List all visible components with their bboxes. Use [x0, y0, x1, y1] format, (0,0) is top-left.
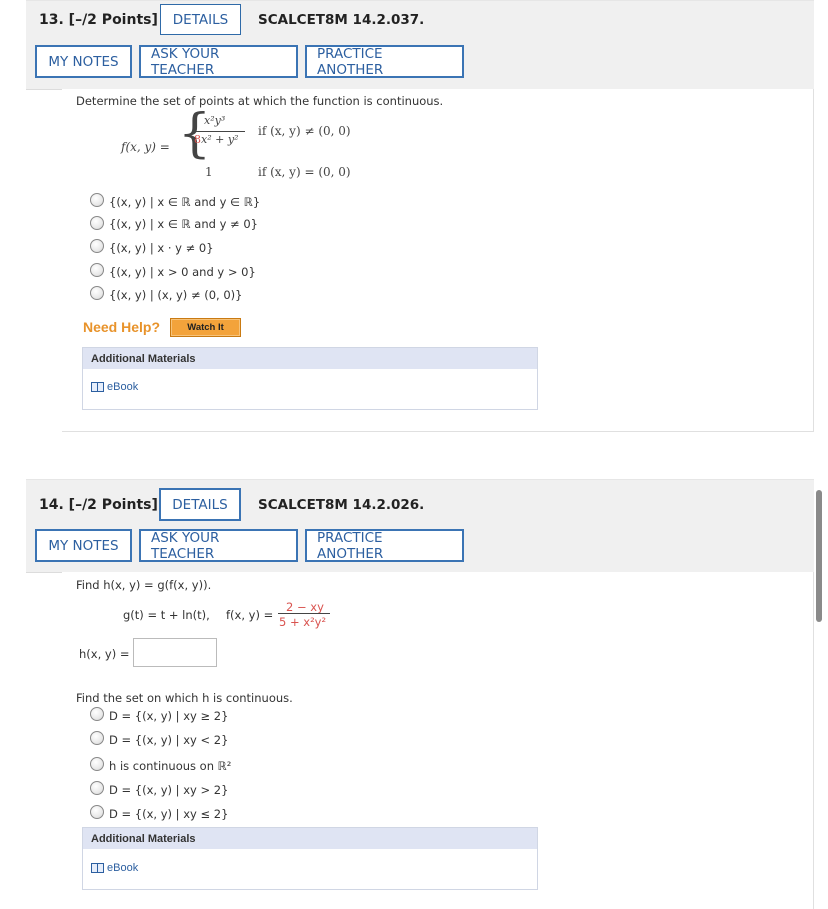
option-radio[interactable] [90, 781, 104, 795]
need-help-label: Need Help? [83, 319, 161, 335]
ebook-label: eBook [107, 381, 139, 393]
my-notes-button[interactable]: MY NOTES [35, 45, 132, 78]
my-notes-button[interactable]: MY NOTES [35, 529, 132, 562]
option-label: h is continuous on ℝ² [109, 759, 232, 773]
option-label: {(x, y) | (x, y) ≠ (0, 0)} [109, 288, 243, 302]
question-13-prompt: Determine the set of points at which the… [76, 94, 444, 108]
option-label: {(x, y) | x ∈ ℝ and y ≠ 0} [109, 217, 258, 231]
additional-materials-header: Additional Materials [83, 348, 537, 369]
ask-your-teacher-button[interactable]: ASK YOUR TEACHER [139, 529, 298, 562]
practice-another-button[interactable]: PRACTICE ANOTHER [305, 529, 464, 562]
ebook-link[interactable]: eBook [91, 381, 138, 393]
question-14-prompt-2: Find the set on which h is continuous. [76, 691, 293, 705]
option-label: {(x, y) | x ∈ ℝ and y ∈ ℝ} [109, 195, 261, 209]
watch-it-button[interactable]: Watch It [170, 318, 241, 337]
option-label: D = {(x, y) | xy ≤ 2} [109, 807, 229, 821]
question-14-code: SCALCET8M 14.2.026. [258, 497, 425, 513]
question-14-number: 14. [–/2 Points] [39, 497, 158, 513]
f-denominator: 5 + x²y² [279, 615, 327, 629]
option-radio[interactable] [90, 216, 104, 230]
denominator-rest: x² + y² [201, 133, 239, 146]
option-label: D = {(x, y) | xy < 2} [109, 733, 229, 747]
option-radio[interactable] [90, 239, 104, 253]
f-lhs: f(x, y) = [226, 608, 274, 622]
case1-condition: if (x, y) ≠ (0, 0) [258, 124, 351, 138]
f-numerator: 2 − xy [286, 600, 324, 614]
fraction-bar [193, 131, 245, 132]
option-radio[interactable] [90, 263, 104, 277]
option-radio[interactable] [90, 286, 104, 300]
additional-materials-panel: Additional Materials eBook [82, 827, 538, 890]
h-label: h(x, y) = [79, 647, 130, 661]
question-13-number: 13. [–/2 Points] [39, 12, 158, 28]
fraction-numerator: x²y³ [204, 114, 226, 127]
option-radio[interactable] [90, 731, 104, 745]
scrollbar-thumb[interactable] [816, 490, 822, 622]
fraction-denominator: 8x² + y² [194, 133, 238, 146]
practice-another-button[interactable]: PRACTICE ANOTHER [305, 45, 464, 78]
case2-condition: if (x, y) = (0, 0) [258, 165, 351, 179]
ask-your-teacher-button[interactable]: ASK YOUR TEACHER [139, 45, 298, 78]
h-answer-input[interactable] [133, 638, 217, 667]
option-radio[interactable] [90, 757, 104, 771]
option-label: {(x, y) | x > 0 and y > 0} [109, 265, 256, 279]
option-label: D = {(x, y) | xy > 2} [109, 783, 229, 797]
ebook-link[interactable]: eBook [91, 862, 138, 874]
ebook-label: eBook [107, 862, 139, 874]
question-13-code: SCALCET8M 14.2.037. [258, 12, 425, 28]
option-radio[interactable] [90, 805, 104, 819]
additional-materials-header: Additional Materials [83, 828, 537, 849]
option-radio[interactable] [90, 707, 104, 721]
function-lhs: f(x, y) = [121, 140, 170, 154]
g-definition: g(t) = t + ln(t), [123, 608, 210, 622]
case2-value: 1 [205, 165, 213, 179]
additional-materials-panel: Additional Materials eBook [82, 347, 538, 410]
f-fraction-bar [278, 613, 330, 614]
question-14-prompt: Find h(x, y) = g(f(x, y)). [76, 578, 212, 592]
option-radio[interactable] [90, 193, 104, 207]
option-label: D = {(x, y) | xy ≥ 2} [109, 709, 229, 723]
details-button[interactable]: DETAILS [159, 488, 241, 521]
book-icon [91, 382, 104, 392]
option-label: {(x, y) | x · y ≠ 0} [109, 241, 214, 255]
details-button[interactable]: DETAILS [160, 4, 241, 35]
book-icon [91, 863, 104, 873]
denominator-red-digit: 8 [194, 133, 201, 146]
